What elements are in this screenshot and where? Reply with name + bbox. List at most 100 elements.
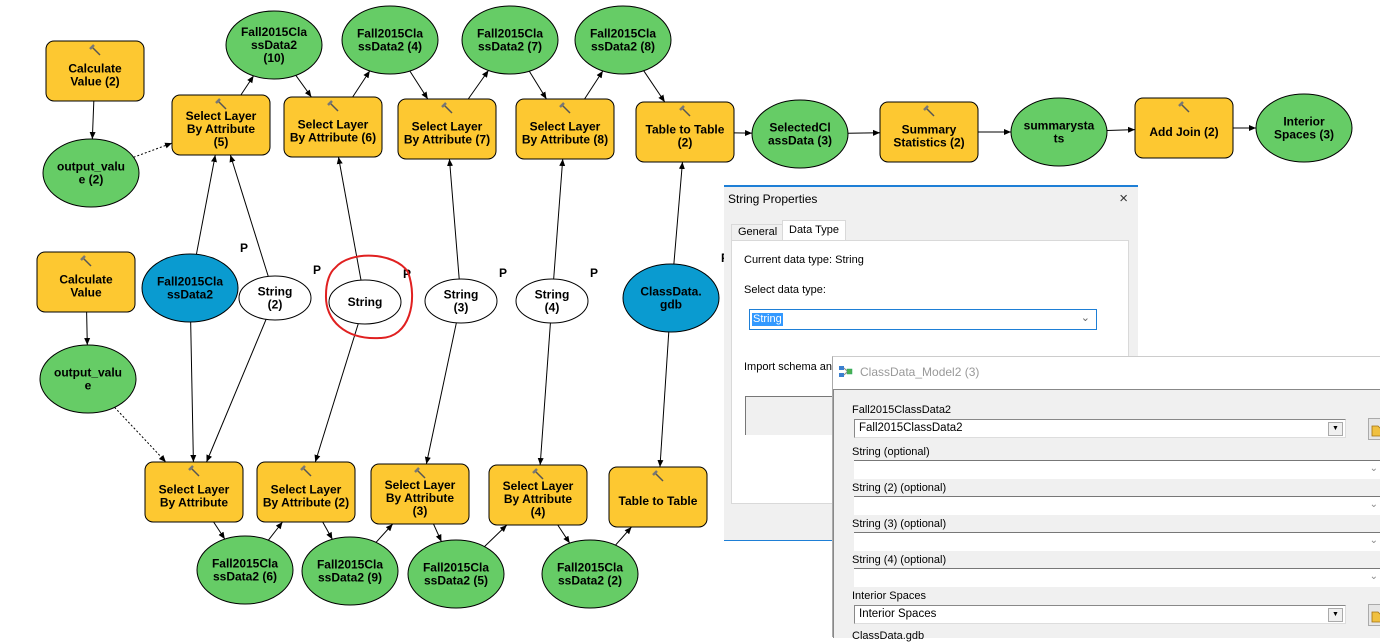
node-label: Select Layer [298, 118, 369, 132]
node-label: Fall2015Cla [557, 561, 623, 575]
select-data-type-label: Select data type: [744, 284, 826, 296]
node-label: ssData2 (6) [213, 570, 277, 584]
variable-s3[interactable]: String(3)P [425, 266, 507, 323]
tool-slba4[interactable]: Select LayerBy Attribute(4) [489, 465, 587, 525]
connector-s4-slba8 [554, 159, 563, 279]
tool-sumstat2[interactable]: SummaryStatistics (2) [880, 102, 978, 162]
param-input-fall2015classdata2[interactable]: Fall2015ClassData2 ▼ [854, 419, 1346, 438]
variable-int3[interactable]: InteriorSpaces (3) [1256, 94, 1352, 162]
tool-slba6[interactable]: Select LayerBy Attribute (6) [284, 97, 382, 157]
browse-folder-icon[interactable] [1368, 604, 1380, 626]
node-label: Add Join (2) [1149, 125, 1218, 139]
param-input-string-3[interactable]: ⌄ [854, 532, 1380, 551]
data-type-select[interactable]: String ⌄ [749, 309, 1097, 330]
variable-s2[interactable]: String(2)P [239, 263, 321, 320]
model-parameter-marker: P [499, 266, 507, 280]
tool-slba8[interactable]: Select LayerBy Attribute (8) [516, 99, 614, 159]
node-label: Fall2015Cla [590, 27, 656, 41]
tab-general[interactable]: General [731, 224, 784, 240]
node-label: e [85, 379, 92, 393]
node-label: Interior [1283, 115, 1325, 129]
connector-slba5-f10 [241, 76, 254, 95]
connector-slba8-f8 [585, 71, 603, 99]
node-label: Spaces (3) [1274, 128, 1334, 142]
chevron-down-icon[interactable]: ⌄ [1370, 463, 1378, 474]
variable-f4[interactable]: Fall2015ClassData2 (4) [342, 6, 438, 74]
tool-slba2[interactable]: Select LayerBy Attribute (2) [257, 462, 355, 522]
param-label-string-3: String (3) (optional) [852, 518, 946, 530]
node-label: (3) [454, 301, 469, 315]
node-label: ssData2 (5) [424, 574, 488, 588]
tool-calc2[interactable]: CalculateValue (2) [46, 41, 144, 101]
node-label: Select Layer [271, 483, 342, 497]
param-label-string-2: String (2) (optional) [852, 482, 946, 494]
dropdown-arrow-icon[interactable]: ▼ [1328, 608, 1343, 622]
node-label: By Attribute (2) [263, 496, 349, 510]
tool-slba7[interactable]: Select LayerBy Attribute (7) [398, 99, 496, 159]
variable-gdb[interactable]: ClassData.gdbP [623, 251, 729, 332]
node-label: Fall2015Cla [317, 558, 383, 572]
tool-slba3[interactable]: Select LayerBy Attribute(3) [371, 464, 469, 524]
connector-slba3-f5 [434, 524, 442, 542]
chevron-down-icon[interactable]: ⌄ [1370, 571, 1378, 582]
chevron-down-icon[interactable]: ⌄ [1370, 499, 1378, 510]
connector-sumstats-addjoin2 [1107, 130, 1135, 131]
close-icon[interactable]: × [1119, 190, 1128, 207]
node-label: output_valu [54, 366, 122, 380]
tab-data-type[interactable]: Data Type [782, 220, 846, 241]
node-label: (4) [531, 505, 546, 519]
param-input-string[interactable]: ⌄ [854, 460, 1380, 479]
param-input-string-2[interactable]: ⌄ [854, 496, 1380, 515]
node-label: summarysta [1024, 119, 1095, 133]
param-label-fall2015classdata2: Fall2015ClassData2 [852, 404, 951, 416]
tool-calc[interactable]: CalculateValue [37, 252, 135, 312]
chevron-down-icon[interactable]: ⌄ [1081, 311, 1090, 324]
tool-t2t[interactable]: Table to Table [609, 467, 707, 527]
variable-sumstats[interactable]: summarystats [1011, 98, 1107, 166]
connector-calc-out [87, 312, 88, 345]
variable-out[interactable]: output_value [40, 345, 136, 413]
variable-f6[interactable]: Fall2015ClassData2 (6) [197, 536, 293, 604]
node-label: ssData2 (4) [358, 40, 422, 54]
node-label: Select Layer [159, 483, 230, 497]
node-label: ssData2 (8) [591, 40, 655, 54]
node-label: Table to Table [619, 494, 698, 508]
variable-sel3[interactable]: SelectedClassData (3) [752, 100, 848, 168]
variable-s[interactable]: StringP [329, 267, 411, 324]
dropdown-arrow-icon[interactable]: ▼ [1328, 422, 1343, 436]
data-type-select-value: String [752, 313, 783, 326]
variable-f5[interactable]: Fall2015ClassData2 (5) [408, 540, 504, 608]
connector-s4-slba4 [540, 323, 550, 465]
connector-s2-slba [207, 319, 267, 462]
node-label: ssData2 [167, 288, 213, 302]
node-label: SelectedCl [769, 121, 830, 135]
variable-f9[interactable]: Fall2015ClassData2 (9) [302, 537, 398, 605]
param-label-string: String (optional) [852, 446, 930, 458]
tool-slba5[interactable]: Select LayerBy Attribute(5) [172, 95, 270, 155]
node-label: Calculate [59, 273, 113, 287]
node-label: Table to Table [646, 123, 725, 137]
variable-fin[interactable]: Fall2015ClassData2P [142, 241, 248, 322]
variable-f2[interactable]: Fall2015ClassData2 (2) [542, 540, 638, 608]
param-input-interior-spaces[interactable]: Interior Spaces ▼ [854, 605, 1346, 624]
variable-f7[interactable]: Fall2015ClassData2 (7) [462, 6, 558, 74]
import-schema-field[interactable] [745, 396, 846, 435]
variable-out2[interactable]: output_value (2) [43, 139, 139, 207]
node-label: By Attribute (8) [522, 133, 608, 147]
variable-f8[interactable]: Fall2015ClassData2 (8) [575, 6, 671, 74]
tool-t2t2[interactable]: Table to Table(2) [636, 102, 734, 162]
chevron-down-icon[interactable]: ⌄ [1370, 535, 1378, 546]
tool-slba[interactable]: Select LayerBy Attribute [145, 462, 243, 522]
connector-gdb-t2t2 [674, 162, 683, 264]
model-icon [839, 366, 853, 378]
tool-addjoin2[interactable]: Add Join (2) [1135, 98, 1233, 158]
variable-s4[interactable]: String(4)P [516, 266, 598, 323]
connector-out-slba [115, 407, 166, 462]
param-input-string-4[interactable]: ⌄ [854, 568, 1380, 587]
variable-f10[interactable]: Fall2015ClassData2(10) [226, 11, 322, 79]
connector-f9-slba3 [376, 524, 393, 542]
dialog-titlebar: ClassData_Model2 (3) [833, 357, 1380, 387]
browse-folder-icon[interactable] [1368, 418, 1380, 440]
node-label: String [348, 295, 383, 309]
node-label: (3) [413, 504, 428, 518]
